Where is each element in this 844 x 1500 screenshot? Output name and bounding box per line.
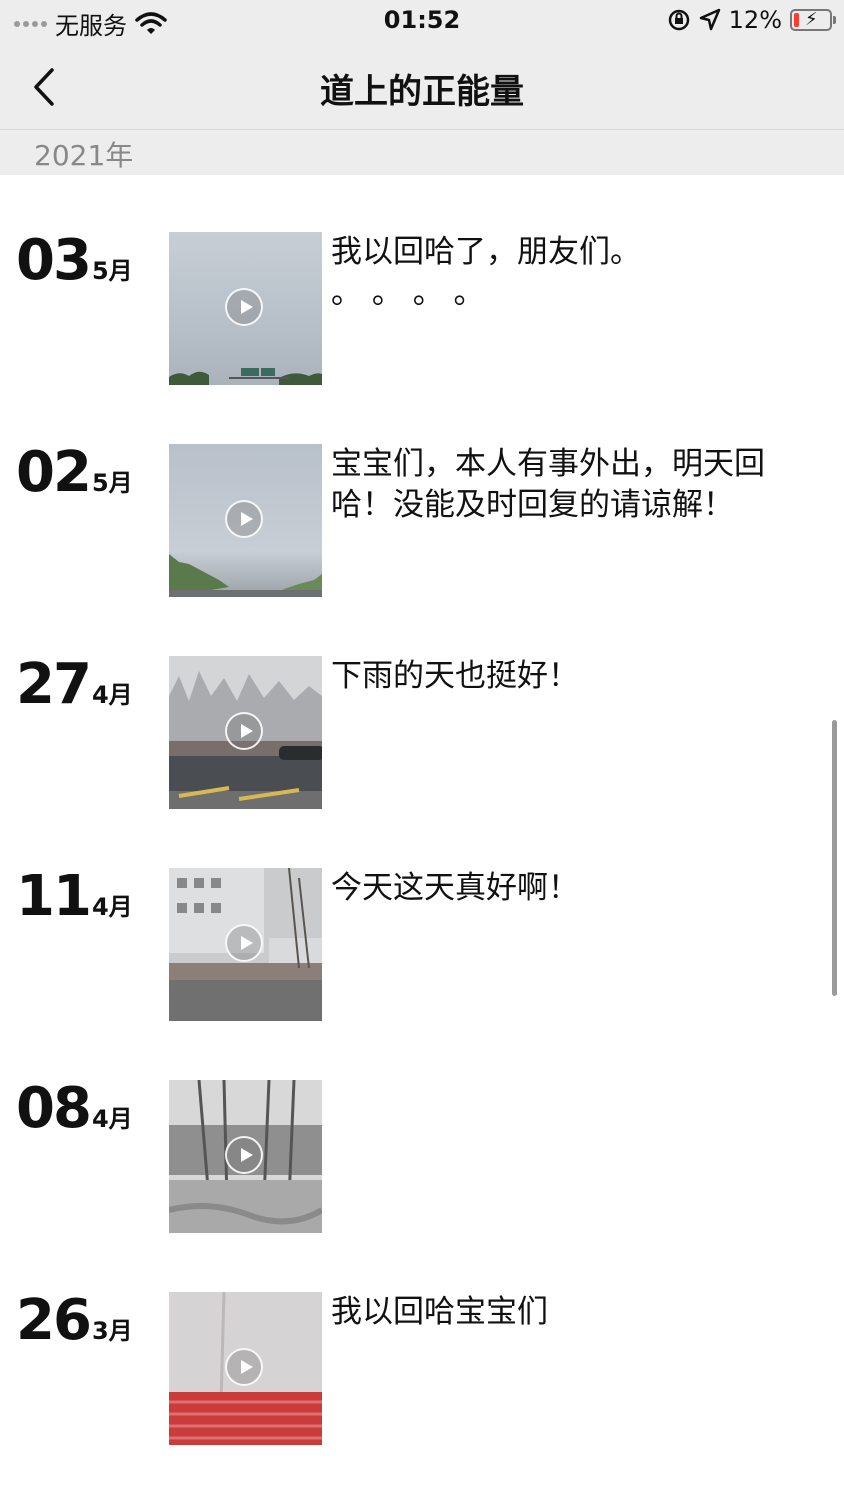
location-icon	[699, 8, 720, 31]
battery-charging-icon: ⚡	[790, 9, 836, 31]
post-caption: 我以回哈宝宝们	[331, 1294, 548, 1330]
orientation-lock-icon	[668, 9, 689, 31]
play-icon[interactable]	[225, 1136, 263, 1174]
post-date: 084月	[16, 1076, 133, 1141]
post-day: 26	[16, 1288, 92, 1353]
battery-level	[794, 13, 799, 27]
play-icon[interactable]	[225, 712, 263, 750]
post-day: 03	[16, 228, 92, 293]
post-date: 035月	[16, 228, 133, 293]
year-section-header: 2021年	[0, 130, 844, 175]
post-day: 11	[16, 864, 92, 929]
play-icon[interactable]	[225, 924, 263, 962]
video-thumbnail[interactable]	[169, 868, 322, 1021]
post-month: 5月	[91, 469, 133, 497]
page-title: 道上的正能量	[320, 72, 524, 112]
nav-bar: 道上的正能量	[0, 44, 844, 130]
status-right: 12% ⚡	[667, 6, 836, 34]
post-day: 27	[16, 652, 92, 717]
play-icon[interactable]	[225, 500, 263, 538]
post-item[interactable]: 035月 我以回哈了，朋友们。 。 。 。 。	[0, 228, 844, 392]
post-day: 08	[16, 1076, 92, 1141]
post-item[interactable]: 114月 今天这天真好啊！	[0, 864, 844, 1028]
status-bar: 无服务 01:52 12% ⚡	[0, 0, 844, 44]
post-date: 114月	[16, 864, 133, 929]
post-item[interactable]: 025月 宝宝们，本人有事外出，明天回哈！没能及时回复的请谅解！	[0, 440, 844, 604]
video-thumbnail[interactable]	[169, 1080, 322, 1233]
charging-bolt-icon: ⚡	[805, 9, 818, 30]
post-date: 025月	[16, 440, 133, 505]
play-icon[interactable]	[225, 1348, 263, 1386]
post-item[interactable]: 263月 我以回哈宝宝们	[0, 1288, 844, 1452]
post-caption: 今天这天真好啊！	[331, 870, 579, 906]
post-caption: 我以回哈了，朋友们。 。 。 。 。	[331, 234, 641, 311]
post-caption: 下雨的天也挺好！	[331, 658, 579, 694]
post-month: 3月	[91, 1317, 133, 1345]
video-thumbnail[interactable]	[169, 1292, 322, 1445]
post-item[interactable]: 274月 下雨的天也挺好！	[0, 652, 844, 816]
post-month: 4月	[91, 1105, 133, 1133]
post-month: 4月	[91, 681, 133, 709]
post-month: 5月	[91, 257, 133, 285]
post-month: 4月	[91, 893, 133, 921]
scroll-indicator[interactable]	[832, 720, 837, 996]
year-label: 2021年	[34, 139, 134, 172]
play-icon[interactable]	[225, 288, 263, 326]
battery-percent: 12%	[728, 6, 782, 34]
post-item[interactable]: 084月	[0, 1076, 844, 1240]
post-caption: 宝宝们，本人有事外出，明天回哈！没能及时回复的请谅解！	[331, 446, 765, 523]
post-date: 274月	[16, 652, 133, 717]
video-thumbnail[interactable]	[169, 232, 322, 385]
post-day: 02	[16, 440, 92, 505]
video-thumbnail[interactable]	[169, 444, 322, 597]
post-date: 263月	[16, 1288, 133, 1353]
video-thumbnail[interactable]	[169, 656, 322, 809]
